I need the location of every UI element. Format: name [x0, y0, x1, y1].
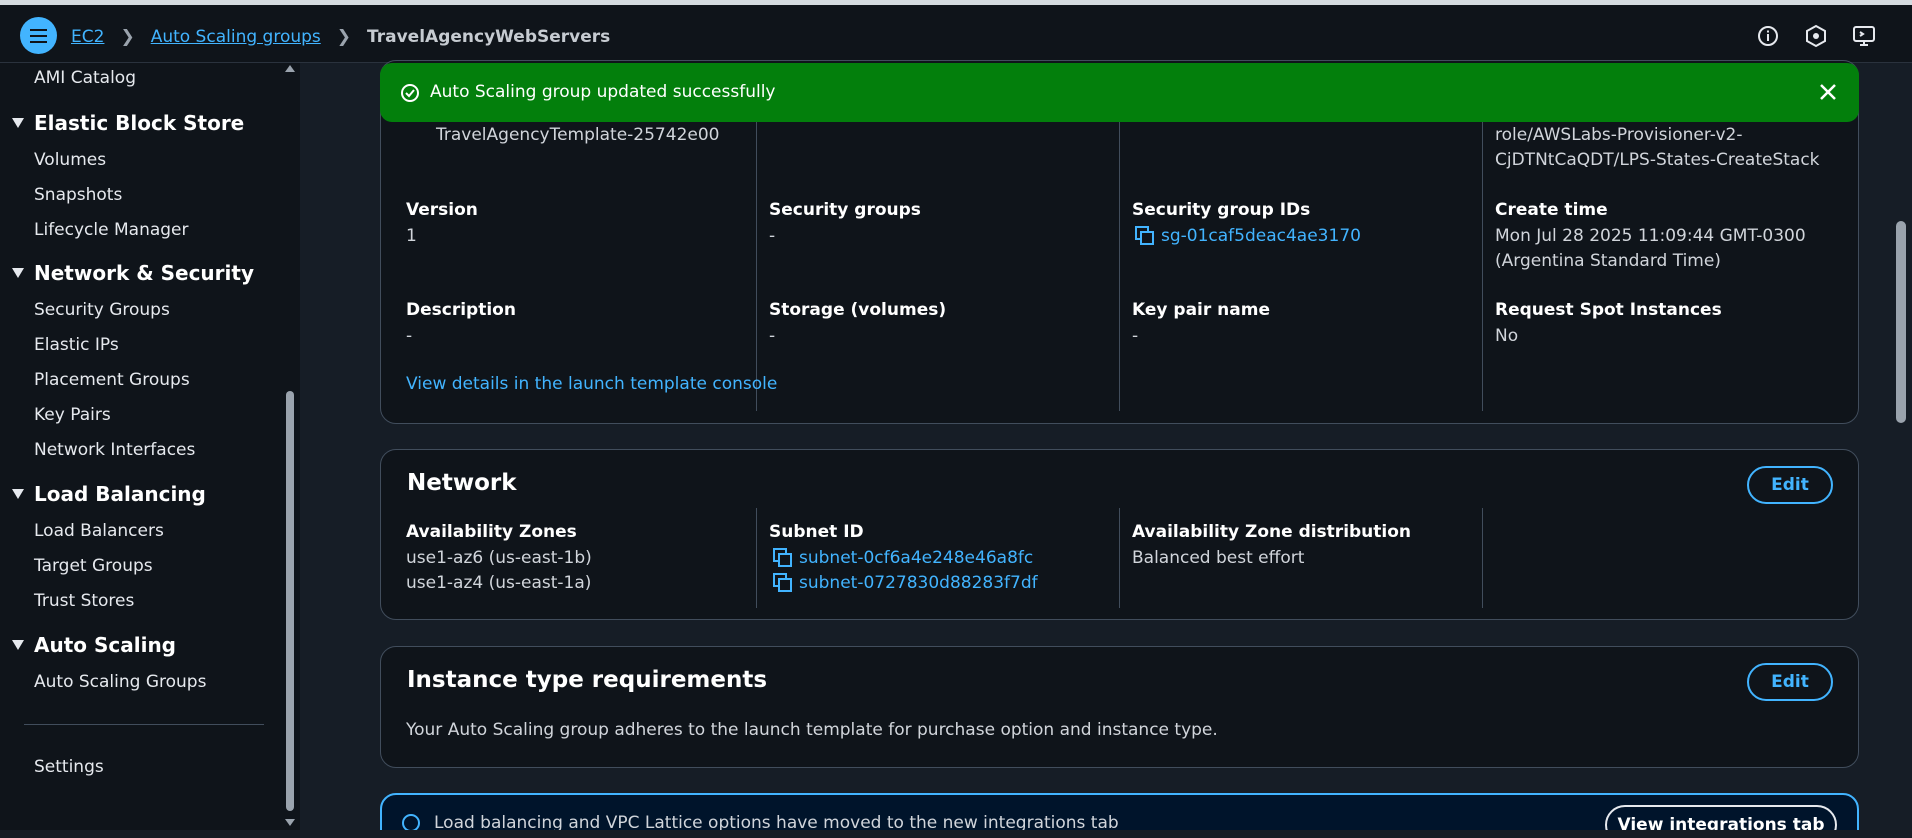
- chevron-right-icon: ❯: [120, 27, 135, 47]
- sidebar-item-lifecycle-manager[interactable]: Lifecycle Manager: [34, 220, 189, 240]
- role-line-2: CjDTNtCaQDT/LPS-States-CreateStack: [1495, 150, 1820, 170]
- sidebar-scrollbar[interactable]: [283, 63, 297, 830]
- security-groups-label: Security groups: [769, 200, 921, 220]
- sidebar-item-elastic-ips[interactable]: Elastic IPs: [34, 335, 119, 355]
- subnet-id-text[interactable]: subnet-0727830d88283f7df: [799, 573, 1038, 593]
- section-title: Elastic Block Store: [34, 111, 245, 135]
- security-group-id-text[interactable]: sg-01caf5deac4ae3170: [1161, 226, 1361, 246]
- role-line-1: role/AWSLabs-Provisioner-v2-: [1495, 125, 1743, 145]
- sidebar-item-trust-stores[interactable]: Trust Stores: [34, 591, 134, 611]
- section-title: Network & Security: [34, 261, 254, 285]
- sidebar-item-settings[interactable]: Settings: [34, 757, 104, 777]
- info-icon[interactable]: [1756, 24, 1780, 48]
- copy-icon[interactable]: [773, 548, 793, 568]
- subnet-id-label: Subnet ID: [769, 522, 864, 542]
- az-distribution-label: Availability Zone distribution: [1132, 522, 1412, 542]
- description-label: Description: [406, 300, 516, 320]
- description-value: -: [406, 326, 413, 346]
- column-divider: [756, 111, 757, 411]
- menu-icon[interactable]: [20, 17, 57, 54]
- caret-down-icon: [12, 118, 24, 128]
- instance-requirements-edit-button[interactable]: Edit: [1747, 663, 1833, 701]
- availability-zone-value: use1-az6 (us-east-1b): [406, 548, 592, 568]
- version-label: Version: [406, 200, 478, 220]
- subnet-link[interactable]: subnet-0cf6a4e248e46a8fc: [773, 548, 1033, 568]
- sidebar-item-snapshots[interactable]: Snapshots: [34, 185, 122, 205]
- storage-value: -: [769, 326, 776, 346]
- sidebar-section-auto-scaling[interactable]: Auto Scaling: [12, 633, 176, 657]
- caret-down-icon: [12, 640, 24, 650]
- copy-icon[interactable]: [773, 573, 793, 593]
- column-divider: [756, 508, 757, 608]
- feedback-icon[interactable]: [1852, 24, 1876, 48]
- column-divider: [1482, 508, 1483, 608]
- create-time-label: Create time: [1495, 200, 1608, 220]
- top-icons: [1756, 24, 1876, 48]
- sidebar-section-network-security[interactable]: Network & Security: [12, 261, 254, 285]
- security-groups-value: -: [769, 226, 776, 246]
- az-distribution-value: Balanced best effort: [1132, 548, 1305, 568]
- key-pair-label: Key pair name: [1132, 300, 1270, 320]
- column-divider: [1482, 111, 1483, 411]
- sidebar-item-ami-catalog[interactable]: AMI Catalog: [34, 68, 136, 88]
- spot-instances-label: Request Spot Instances: [1495, 300, 1722, 320]
- breadcrumb: EC2 ❯ Auto Scaling groups ❯ TravelAgency…: [71, 27, 610, 47]
- network-panel: Network Edit Availability Zones use1-az6…: [380, 449, 1859, 620]
- key-pair-value: -: [1132, 326, 1139, 346]
- top-navigation-bar: EC2 ❯ Auto Scaling groups ❯ TravelAgency…: [0, 0, 1912, 63]
- sidebar-item-security-groups[interactable]: Security Groups: [34, 300, 170, 320]
- breadcrumb-current: TravelAgencyWebServers: [367, 27, 611, 47]
- check-circle-icon: [401, 84, 419, 102]
- sidebar-divider: [24, 724, 264, 725]
- settings-hex-icon[interactable]: [1804, 24, 1828, 48]
- sidebar-item-key-pairs[interactable]: Key Pairs: [34, 405, 111, 425]
- network-title: Network: [407, 470, 517, 496]
- section-title: Load Balancing: [34, 482, 206, 506]
- instance-requirements-title: Instance type requirements: [407, 667, 768, 693]
- scroll-up-icon[interactable]: [285, 65, 295, 72]
- sidebar-item-auto-scaling-groups[interactable]: Auto Scaling Groups: [34, 672, 206, 692]
- copy-icon[interactable]: [1135, 226, 1155, 246]
- subnet-id-text[interactable]: subnet-0cf6a4e248e46a8fc: [799, 548, 1033, 568]
- storage-label: Storage (volumes): [769, 300, 947, 320]
- main-scroll-thumb[interactable]: [1896, 221, 1906, 423]
- sidebar: AMI Catalog Elastic Block Store Volumes …: [0, 63, 300, 830]
- sidebar-section-ebs[interactable]: Elastic Block Store: [12, 111, 244, 135]
- sidebar-scroll-thumb[interactable]: [286, 391, 294, 811]
- version-value: 1: [406, 226, 417, 246]
- scroll-down-icon[interactable]: [285, 819, 295, 826]
- sidebar-item-placement-groups[interactable]: Placement Groups: [34, 370, 190, 390]
- availability-zones-label: Availability Zones: [406, 522, 577, 542]
- main-scrollbar[interactable]: [1890, 63, 1912, 830]
- flash-message: Auto Scaling group updated successfully: [430, 82, 776, 102]
- caret-down-icon: [12, 268, 24, 278]
- success-flash: Auto Scaling group updated successfully: [380, 63, 1859, 122]
- bottom-edge: [300, 830, 1912, 838]
- security-group-ids-label: Security group IDs: [1132, 200, 1311, 220]
- instance-requirements-text: Your Auto Scaling group adheres to the l…: [406, 720, 1218, 740]
- breadcrumb-auto-scaling-groups[interactable]: Auto Scaling groups: [151, 27, 321, 47]
- security-group-id-link[interactable]: sg-01caf5deac4ae3170: [1135, 226, 1361, 246]
- breadcrumb-ec2[interactable]: EC2: [71, 27, 104, 47]
- sidebar-item-load-balancers[interactable]: Load Balancers: [34, 521, 164, 541]
- sidebar-item-network-interfaces[interactable]: Network Interfaces: [34, 440, 195, 460]
- caret-down-icon: [12, 489, 24, 499]
- network-edit-button[interactable]: Edit: [1747, 466, 1833, 504]
- column-divider: [1119, 111, 1120, 411]
- instance-type-requirements-panel: Instance type requirements Edit Your Aut…: [380, 646, 1859, 768]
- launch-template-console-link[interactable]: View details in the launch template cons…: [406, 374, 777, 394]
- sidebar-item-target-groups[interactable]: Target Groups: [34, 556, 153, 576]
- section-title: Auto Scaling: [34, 633, 177, 657]
- availability-zone-value: use1-az4 (us-east-1a): [406, 573, 592, 593]
- sidebar-item-volumes[interactable]: Volumes: [34, 150, 106, 170]
- spot-instances-value: No: [1495, 326, 1519, 346]
- sidebar-section-load-balancing[interactable]: Load Balancing: [12, 482, 206, 506]
- chevron-right-icon: ❯: [336, 27, 352, 47]
- create-time-line-1: Mon Jul 28 2025 11:09:44 GMT-0300: [1495, 226, 1806, 246]
- launch-template-name: TravelAgencyTemplate-25742e00: [436, 125, 720, 145]
- subnet-link[interactable]: subnet-0727830d88283f7df: [773, 573, 1038, 593]
- create-time-line-2: (Argentina Standard Time): [1495, 251, 1721, 271]
- close-icon[interactable]: [1817, 81, 1839, 103]
- column-divider: [1119, 508, 1120, 608]
